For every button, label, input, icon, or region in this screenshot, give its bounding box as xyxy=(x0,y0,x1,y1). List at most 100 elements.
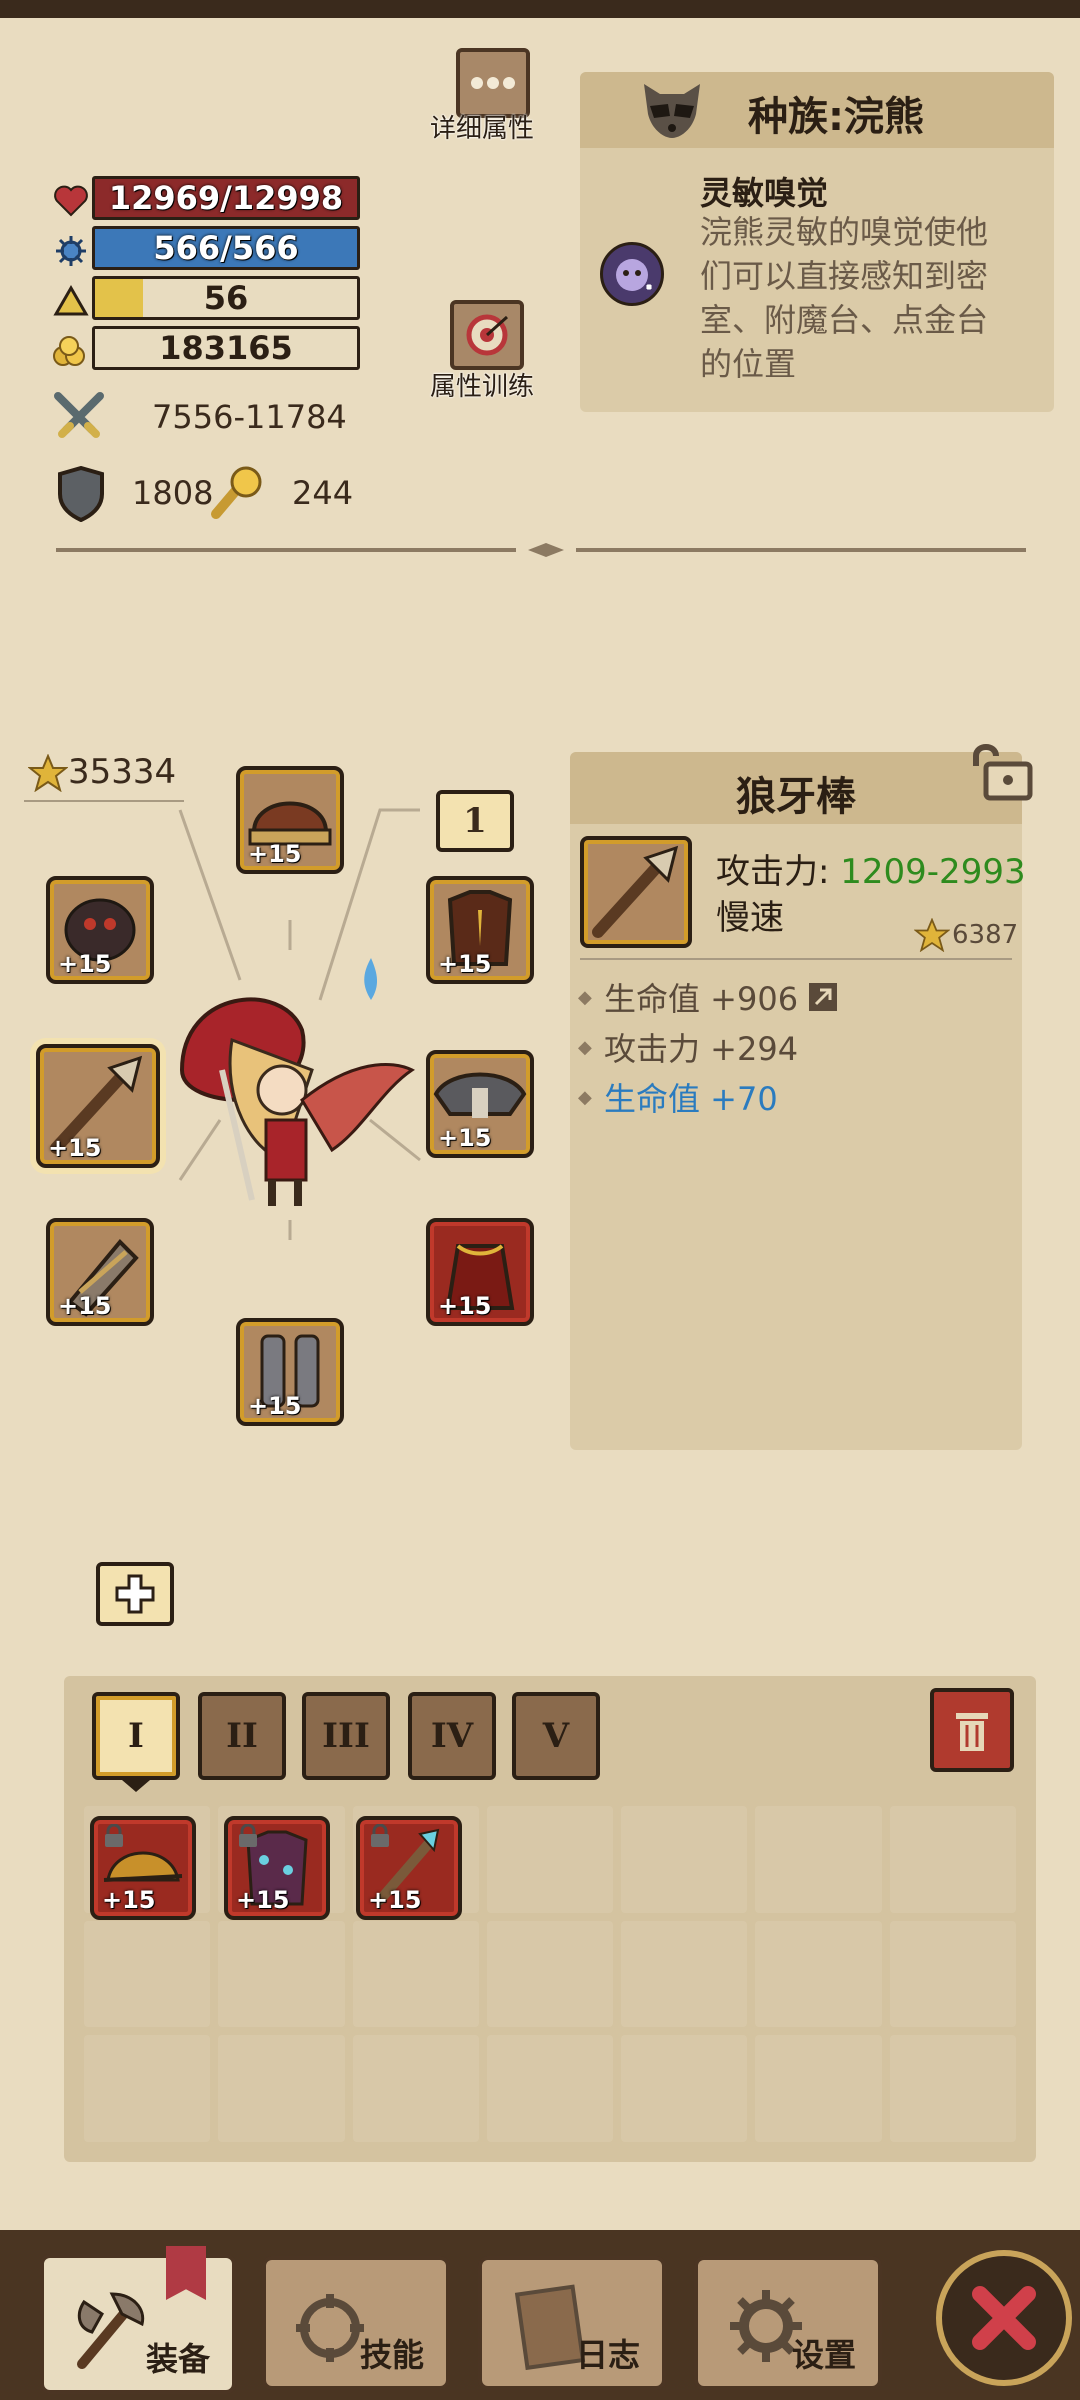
inventory-tab-2[interactable]: II xyxy=(198,1692,286,1780)
page-badge[interactable]: 1 xyxy=(436,790,514,852)
nav-skills-label: 技能 xyxy=(359,2336,424,2374)
inventory-cell[interactable] xyxy=(84,1920,211,2028)
inventory-cell[interactable] xyxy=(486,1806,614,1913)
crit-value: 244 xyxy=(292,474,354,512)
lock-icon xyxy=(239,1824,257,1847)
inventory-tab-5[interactable]: V xyxy=(512,1692,600,1780)
trait-desc: 浣熊灵敏的嗅觉使他们可以直接感知到密室、附魔台、点金台的位置 xyxy=(700,213,989,383)
inventory-item-plus: +15 xyxy=(236,1886,290,1914)
shoulder-slot[interactable]: +15 xyxy=(426,1050,534,1158)
inventory-cell[interactable] xyxy=(889,1920,1016,2028)
item-score: 6387 xyxy=(914,918,1018,952)
gold-icon xyxy=(50,332,88,374)
item-panel: 狼牙棒 攻击力: 1209-2993 慢速 6387 ◆ 生命值 +906 ◆ … xyxy=(570,752,1026,1450)
inventory-cell[interactable] xyxy=(218,2035,345,2142)
nav-settings[interactable]: 设置 xyxy=(694,2256,882,2390)
hp-bar: 12969/12998 xyxy=(92,176,360,220)
close-button[interactable] xyxy=(936,2250,1072,2386)
attr-training-button[interactable] xyxy=(450,300,524,370)
raccoon-icon xyxy=(644,84,700,138)
score-star-icon xyxy=(914,918,950,952)
top-edge xyxy=(0,0,1080,18)
dpad-icon xyxy=(115,1574,155,1614)
divider-ornament xyxy=(528,542,564,557)
nav-equip-label: 装备 xyxy=(145,2340,210,2378)
inventory-cell[interactable] xyxy=(218,1920,345,2028)
gold-value: 183165 xyxy=(92,326,360,370)
item-stat-row: ◆ 生命值 +906 xyxy=(578,972,838,1022)
close-icon xyxy=(972,2286,1036,2350)
item-stat-text: 生命值 +906 xyxy=(604,980,799,1018)
target-icon xyxy=(466,314,509,356)
level-value: 56 xyxy=(203,279,249,317)
inventory-cell[interactable] xyxy=(755,1806,882,1913)
race-title: 种族:浣熊 xyxy=(748,94,924,140)
inventory-item-plus: +15 xyxy=(102,1886,156,1914)
attr-training-label[interactable]: 属性训练 xyxy=(430,366,534,403)
armor-value: 1808 xyxy=(132,474,214,512)
spirit-flame-icon xyxy=(364,958,378,1000)
boots-slot[interactable]: +15 xyxy=(236,1318,344,1426)
divider-left xyxy=(56,548,516,552)
divider-right xyxy=(576,548,1026,552)
inventory-tab-3[interactable]: III xyxy=(302,1692,390,1780)
inventory-item-helmet[interactable]: +15 xyxy=(90,1816,196,1920)
item-stat-row: ◆ 攻击力 +294 xyxy=(578,1022,838,1072)
mana-icon xyxy=(52,232,90,274)
axe-icon xyxy=(77,2292,145,2369)
level-icon xyxy=(52,282,90,324)
weapon-plus: +15 xyxy=(48,1134,102,1162)
item-stat-text: 生命值 +70 xyxy=(604,1080,778,1118)
inventory-item-sword[interactable]: +15 xyxy=(356,1816,462,1920)
nav-log-label: 日志 xyxy=(575,2336,640,2374)
item-attack: 攻击力: 1209-2993 xyxy=(716,844,1026,893)
xp-fill xyxy=(95,279,143,317)
nav-log[interactable]: 日志 xyxy=(478,2256,666,2390)
item-divider xyxy=(580,958,1012,960)
inventory-cell[interactable] xyxy=(352,2035,479,2142)
trash-button[interactable] xyxy=(930,1688,1014,1772)
glove-slot[interactable]: +15 xyxy=(46,1218,154,1326)
inventory-cell[interactable] xyxy=(889,2035,1016,2142)
item-attack-label: 攻击力: xyxy=(716,852,841,892)
attack-icon xyxy=(52,390,106,448)
active-tab-pointer xyxy=(122,1780,150,1792)
level-bar: 56 xyxy=(92,276,360,320)
item-stat-text: 攻击力 +294 xyxy=(604,1030,799,1068)
helmet-slot[interactable]: +15 xyxy=(236,766,344,874)
amulet-slot[interactable]: +15 xyxy=(46,876,154,984)
inventory-cell[interactable] xyxy=(755,2035,882,2142)
cape-slot[interactable]: +15 xyxy=(426,1218,534,1326)
lock-icon xyxy=(105,1824,123,1847)
detail-attrs-label[interactable]: 详细属性 xyxy=(430,108,534,145)
item-score-value: 6387 xyxy=(952,920,1019,950)
inventory-cell[interactable] xyxy=(84,2035,211,2142)
inventory-tab-1[interactable]: I xyxy=(92,1692,180,1780)
armor-slot[interactable]: +15 xyxy=(426,876,534,984)
trait-icon xyxy=(600,242,664,306)
nav-skills[interactable]: 技能 xyxy=(262,2256,450,2390)
glove-plus: +15 xyxy=(58,1292,112,1320)
skills-icon xyxy=(296,2294,364,2362)
armor-plus: +15 xyxy=(438,950,492,978)
inventory-cell[interactable] xyxy=(486,1920,614,2028)
item-icon xyxy=(580,836,692,948)
inventory-tab-4[interactable]: IV xyxy=(408,1692,496,1780)
nav-equip[interactable]: 装备 xyxy=(40,2254,236,2394)
weapon-slot[interactable]: +15 xyxy=(36,1044,160,1168)
inventory-cell[interactable] xyxy=(486,2035,614,2142)
inventory-cell[interactable] xyxy=(755,1920,882,2028)
dpad-button[interactable] xyxy=(96,1562,174,1626)
inventory-cell[interactable] xyxy=(621,2035,748,2142)
hp-icon xyxy=(52,182,90,224)
inventory-cell[interactable] xyxy=(621,1806,748,1913)
inventory-item-armor[interactable]: +15 xyxy=(224,1816,330,1920)
inventory-cell[interactable] xyxy=(621,1920,748,2028)
item-stats: ◆ 生命值 +906 ◆ 攻击力 +294 ◆ 生命值 +70 xyxy=(578,972,838,1122)
inventory-cell[interactable] xyxy=(352,1920,479,2028)
unlock-icon[interactable] xyxy=(966,740,1036,806)
more-icon xyxy=(471,77,515,89)
attack-value: 7556-11784 xyxy=(152,398,347,436)
inventory-cell[interactable] xyxy=(889,1806,1016,1913)
cape-plus: +15 xyxy=(438,1292,492,1320)
